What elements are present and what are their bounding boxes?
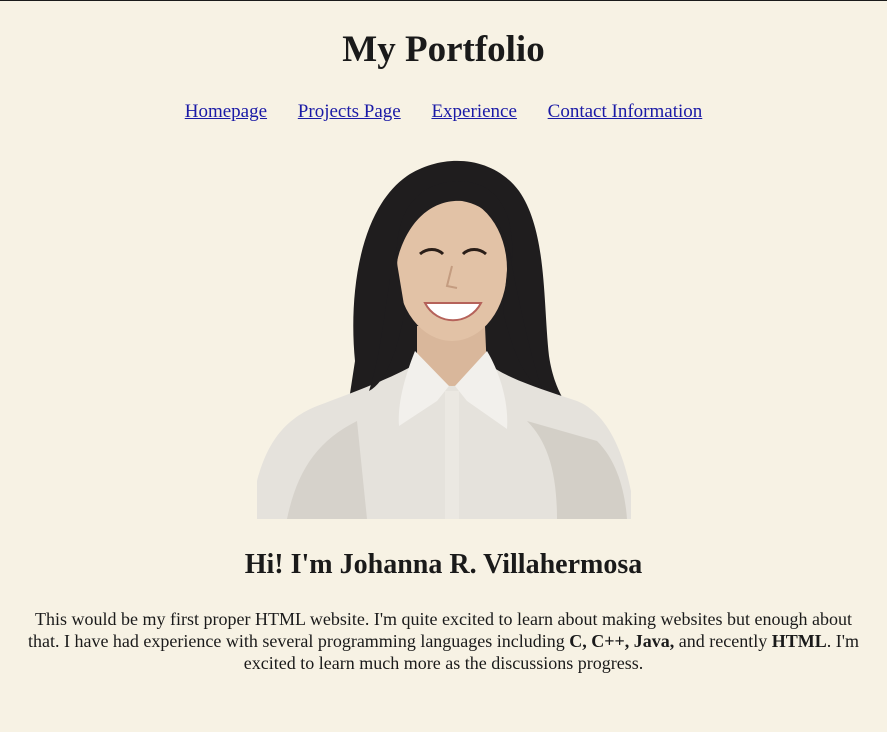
- page-title: My Portfolio: [342, 29, 545, 70]
- nav-link-contact[interactable]: Contact Information: [548, 101, 703, 122]
- nav-link-homepage[interactable]: Homepage: [185, 101, 267, 122]
- greeting-heading: Hi! I'm Johanna R. Villahermosa: [244, 549, 643, 580]
- main-nav: Homepage Projects Page Experience Contac…: [0, 99, 887, 125]
- language-list: C, C++, Java,: [569, 631, 675, 651]
- nav-link-projects[interactable]: Projects Page: [298, 101, 401, 122]
- intro-text: and recently: [674, 631, 772, 651]
- nav-link-experience[interactable]: Experience: [431, 101, 516, 122]
- language-html: HTML: [771, 631, 827, 651]
- intro-paragraph: This would be my first proper HTML websi…: [20, 608, 867, 674]
- profile-photo: [257, 151, 631, 519]
